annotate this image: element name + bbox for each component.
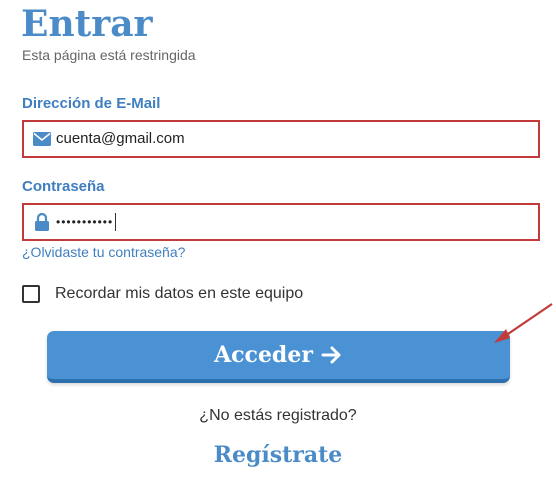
email-value: cuenta@gmail.com <box>56 130 185 147</box>
password-value: ••••••••••• <box>56 215 114 229</box>
login-page: Entrar Esta página está restringida Dire… <box>0 0 556 486</box>
register-link[interactable]: Regístrate <box>0 440 556 470</box>
text-caret <box>115 213 117 231</box>
page-subtitle: Esta página está restringida <box>22 47 196 63</box>
submit-button[interactable]: Acceder <box>47 331 510 383</box>
submit-label: Acceder <box>214 342 313 368</box>
remember-checkbox[interactable] <box>22 285 40 303</box>
not-registered-text: ¿No estás registrado? <box>199 407 357 424</box>
page-title: Entrar <box>21 3 153 45</box>
remember-label[interactable]: Recordar mis datos en este equipo <box>55 283 303 305</box>
password-field[interactable]: ••••••••••• <box>22 203 540 241</box>
forgot-password-link[interactable]: ¿Olvidaste tu contraseña? <box>22 243 185 261</box>
password-label: Contraseña <box>22 178 105 195</box>
envelope-icon <box>28 122 56 156</box>
email-label: Dirección de E-Mail <box>22 95 161 112</box>
arrow-right-icon <box>321 345 343 365</box>
email-field[interactable]: cuenta@gmail.com <box>22 120 540 158</box>
remember-row: Recordar mis datos en este equipo <box>22 283 303 305</box>
lock-icon <box>28 205 56 239</box>
